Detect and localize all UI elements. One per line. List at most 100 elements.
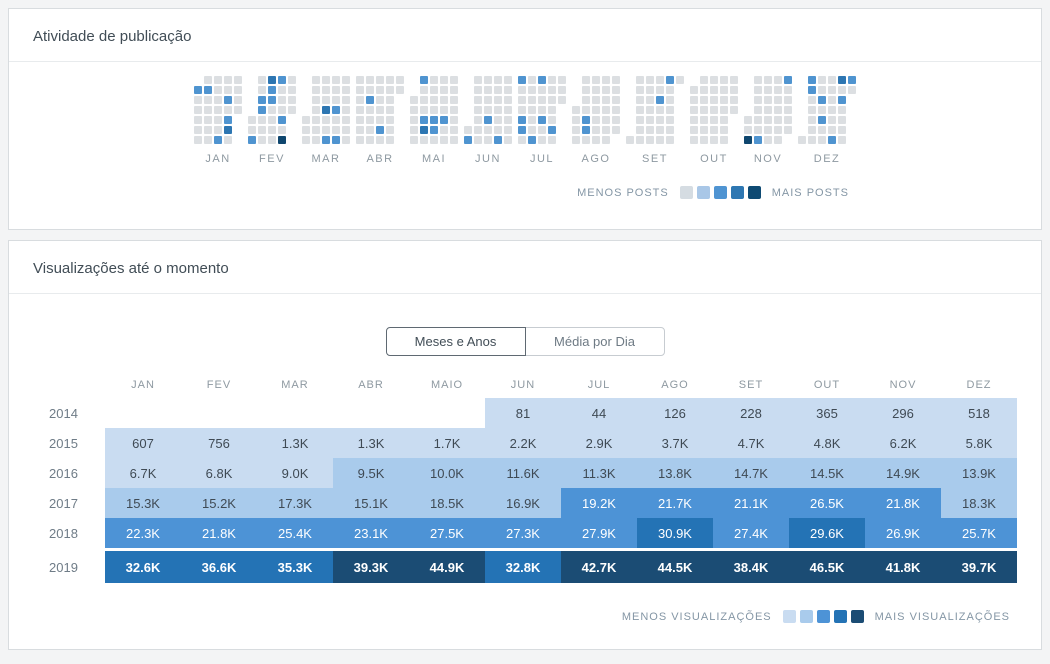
calendar-day-cell (700, 96, 708, 104)
calendar-day-cell (494, 136, 502, 144)
calendar-day-cell (504, 136, 512, 144)
calendar-week-row (798, 126, 856, 134)
calendar-day-cell (268, 86, 276, 94)
calendar-week-row (572, 76, 620, 84)
calendar-day-cell (322, 96, 330, 104)
calendar-day-cell (440, 106, 448, 114)
views-legend-scale (783, 610, 864, 623)
views-table-value-cell: 26.5K (789, 488, 865, 518)
views-legend-more-label: MAIS VISUALIZAÇÕES (875, 611, 1010, 623)
calendar-week-row (410, 126, 458, 134)
calendar-day-cell (592, 86, 600, 94)
calendar-week-row (626, 86, 684, 94)
calendar-day-cell (396, 86, 404, 94)
tab-average-per-day[interactable]: Média por Dia (525, 327, 665, 356)
calendar-day-cell (494, 116, 502, 124)
calendar-day-cell (234, 76, 242, 84)
views-table-value-cell: 32.6K (105, 551, 181, 583)
views-table-value-cell: 228 (713, 398, 789, 428)
calendar-day-cell (720, 106, 728, 114)
views-table-value-cell: 42.7K (561, 551, 637, 583)
calendar-week-row (356, 96, 404, 104)
calendar-day-cell (774, 116, 782, 124)
views-table-value-cell: 41.8K (865, 551, 941, 583)
calendar-week-row (194, 76, 242, 84)
views-table-value-cell: 6.7K (105, 458, 181, 488)
calendar-day-cell (440, 116, 448, 124)
calendar-day-cell (764, 96, 772, 104)
calendar-day-cell (774, 96, 782, 104)
calendar-day-cell (582, 106, 590, 114)
calendar-day-cell (464, 136, 472, 144)
views-table-value-cell: 296 (865, 398, 941, 428)
views-legend: MENOS VISUALIZAÇÕES MAIS VISUALIZAÇÕES (9, 610, 1041, 623)
calendar-day-cell (656, 136, 664, 144)
views-table-value-cell: 35.3K (257, 551, 333, 583)
calendar-day-cell (356, 86, 364, 94)
views-table-month-header: FEV (181, 372, 257, 398)
calendar-day-cell (518, 106, 526, 114)
calendar-day-cell (538, 126, 546, 134)
calendar-day-cell (288, 86, 296, 94)
calendar-day-cell (690, 136, 698, 144)
calendar-day-cell (720, 96, 728, 104)
calendar-day-cell (484, 86, 492, 94)
views-table-value-cell: 11.6K (485, 458, 561, 488)
views-table-value-cell: 44.9K (409, 551, 485, 583)
calendar-day-cell (420, 76, 428, 84)
calendar-day-cell (818, 106, 826, 114)
calendar-day-cell (386, 96, 394, 104)
calendar-day-cell (322, 126, 330, 134)
calendar-day-cell (214, 76, 222, 84)
calendar-day-cell (494, 96, 502, 104)
views-table-month-header: JUL (561, 372, 637, 398)
calendar-day-cell (356, 76, 364, 84)
views-table-value-cell: 39.7K (941, 551, 1017, 583)
calendar-month: JUN (464, 76, 512, 165)
views-title: Visualizações até o momento (33, 260, 1017, 277)
calendar-day-cell (450, 116, 458, 124)
calendar-day-cell (430, 116, 438, 124)
calendar-day-cell (710, 96, 718, 104)
calendar-week-row (626, 106, 684, 114)
calendar-day-cell (234, 96, 242, 104)
calendar-day-cell (828, 106, 836, 114)
calendar-day-cell (636, 126, 644, 134)
calendar-month: DEZ (798, 76, 856, 165)
calendar-month: MAR (302, 76, 350, 165)
calendar-day-cell (528, 106, 536, 114)
calendar-week-row (744, 96, 792, 104)
views-table-value-cell: 18.3K (941, 488, 1017, 518)
calendar-week-row (302, 126, 350, 134)
calendar-day-cell (366, 126, 374, 134)
calendar-day-cell (848, 76, 856, 84)
calendar-month-label: AGO (572, 153, 620, 165)
calendar-week-row (410, 76, 458, 84)
calendar-week-row (572, 96, 620, 104)
views-table-year-label: 2014 (33, 398, 105, 428)
calendar-day-cell (322, 136, 330, 144)
tab-months-and-years[interactable]: Meses e Anos (386, 327, 526, 356)
calendar-day-cell (194, 136, 202, 144)
views-table-value-cell: 15.2K (181, 488, 257, 518)
calendar-month-label: JUN (464, 153, 512, 165)
views-table-value-cell: 14.5K (789, 458, 865, 488)
calendar-day-cell (592, 116, 600, 124)
calendar-day-cell (332, 86, 340, 94)
calendar-day-cell (356, 96, 364, 104)
views-table-value-cell: 27.3K (485, 518, 561, 548)
views-legend-square (834, 610, 847, 623)
calendar-day-cell (528, 116, 536, 124)
calendar-day-cell (302, 126, 310, 134)
views-table-value-cell: 14.9K (865, 458, 941, 488)
calendar-day-cell (774, 76, 782, 84)
calendar-day-cell (612, 86, 620, 94)
calendar-day-cell (312, 106, 320, 114)
calendar-day-cell (720, 136, 728, 144)
views-table-value-cell (105, 398, 181, 428)
calendar-day-cell (558, 96, 566, 104)
calendar-week-row (194, 136, 242, 144)
calendar-day-cell (376, 116, 384, 124)
calendar-day-cell (582, 86, 590, 94)
posts-legend-square (680, 186, 693, 199)
